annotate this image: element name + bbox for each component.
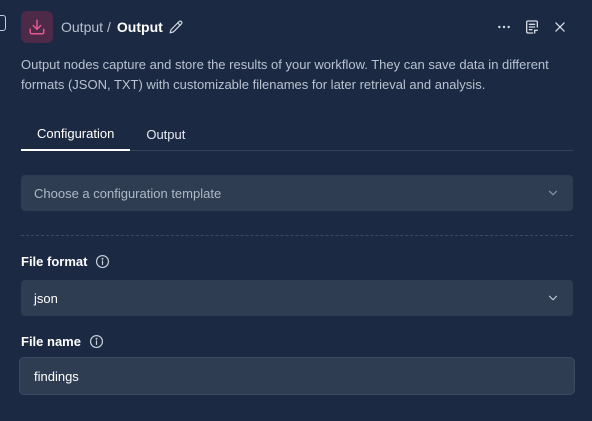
file-format-select[interactable]: json	[21, 280, 573, 316]
download-icon	[21, 11, 53, 43]
notes-icon	[526, 20, 538, 34]
info-icon[interactable]	[89, 334, 104, 349]
template-select-placeholder: Choose a configuration template	[34, 185, 222, 201]
pencil-icon[interactable]	[169, 20, 183, 34]
file-name-label: File name	[21, 334, 104, 349]
panel-edge-handle[interactable]	[0, 15, 6, 31]
file-name-label-text: File name	[21, 334, 81, 349]
file-format-label-text: File format	[21, 254, 88, 269]
close-button[interactable]	[546, 13, 574, 41]
info-icon[interactable]	[95, 254, 110, 269]
chevron-down-icon	[546, 186, 560, 200]
node-description: Output nodes capture and store the resul…	[21, 57, 549, 92]
output-node-panel: Output / Output Output nodes capture and…	[0, 0, 592, 421]
notes-button[interactable]	[518, 13, 546, 41]
tab-bar: Configuration Output	[21, 117, 573, 151]
more-options-button[interactable]	[490, 13, 518, 41]
tab-configuration[interactable]: Configuration	[21, 117, 131, 151]
page-title: Output	[116, 19, 163, 35]
configuration-template-select[interactable]: Choose a configuration template	[21, 175, 573, 211]
file-format-label: File format	[21, 254, 110, 269]
breadcrumb: Output / Output	[61, 19, 183, 35]
more-icon	[498, 25, 510, 29]
file-name-input[interactable]	[19, 357, 575, 395]
panel-header: Output / Output	[21, 11, 574, 43]
section-divider	[21, 235, 573, 236]
breadcrumb-parent[interactable]: Output	[61, 19, 103, 35]
breadcrumb-separator: /	[107, 19, 111, 35]
file-format-value: json	[34, 290, 58, 306]
tab-output[interactable]: Output	[130, 117, 201, 151]
close-icon	[555, 22, 565, 32]
chevron-down-icon	[546, 291, 560, 305]
header-actions	[490, 13, 574, 41]
